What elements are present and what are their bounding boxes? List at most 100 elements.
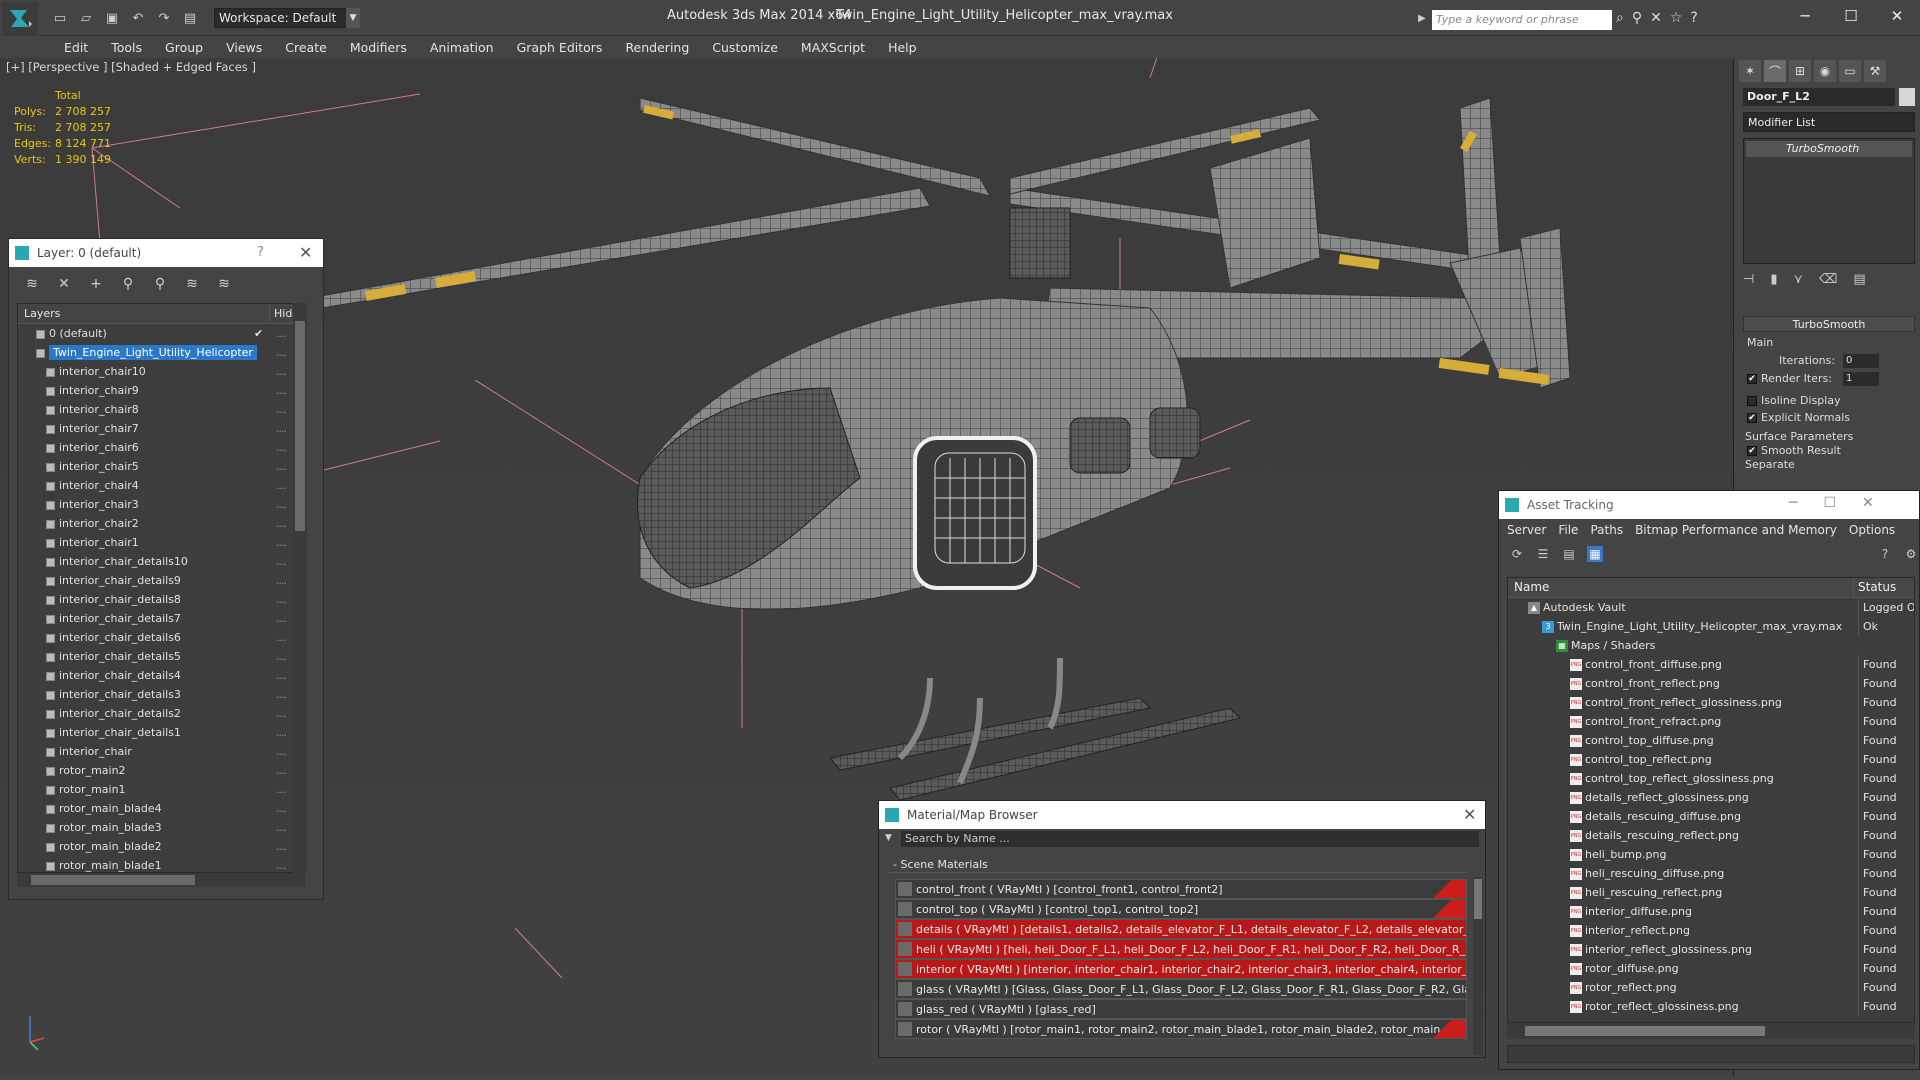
render-iters-checkbox[interactable]: ✔ — [1747, 374, 1757, 384]
material-row[interactable]: interior ( VRayMtl ) [interior, interior… — [895, 959, 1467, 979]
layer-object-row[interactable]: interior_chair_details7.... — [18, 609, 304, 628]
menu-file[interactable]: File — [1558, 523, 1578, 537]
material-search-input[interactable]: Search by Name ... — [901, 831, 1479, 847]
hide-toggle[interactable]: .... — [276, 438, 287, 457]
hide-toggle[interactable]: .... — [276, 704, 287, 723]
hide-toggle[interactable]: .... — [276, 514, 287, 533]
layer-object-row[interactable]: interior_chair_details1.... — [18, 723, 304, 742]
layer-object-row[interactable]: interior_chair_details5.... — [18, 647, 304, 666]
asset-row[interactable]: PNG control_front_reflect_glossiness.png F… — [1508, 693, 1914, 712]
turbosmooth-rollout-header[interactable]: TurboSmooth — [1743, 316, 1915, 332]
app-menu-button[interactable] — [2, 2, 38, 36]
isoline-checkbox[interactable] — [1747, 396, 1757, 406]
hide-toggle[interactable]: .... — [276, 723, 287, 742]
scroll-thumb[interactable] — [1474, 879, 1482, 919]
refresh-icon[interactable]: ⟳ — [1509, 546, 1525, 562]
asset-row[interactable]: PNG heli_rescuing_diffuse.png Found — [1508, 864, 1914, 883]
modify-tab-icon[interactable]: ⌒ — [1764, 60, 1786, 82]
new-file-icon[interactable]: ▭ — [50, 8, 70, 28]
object-name-field[interactable]: Door_F_L2 — [1743, 88, 1895, 106]
menu-create[interactable]: Create — [275, 36, 340, 58]
maximize-icon[interactable]: ☐ — [1828, 0, 1874, 32]
minimize-icon[interactable]: ─ — [1782, 0, 1828, 32]
scene-materials-group[interactable]: - Scene Materials — [887, 857, 1467, 873]
layer-object-row[interactable]: interior_chair2.... — [18, 514, 304, 533]
help-icon[interactable]: ? — [1877, 546, 1893, 562]
search-icon[interactable]: ⚲ — [1632, 10, 1642, 26]
asset-row[interactable]: PNG control_top_diffuse.png Found — [1508, 731, 1914, 750]
close-icon[interactable]: ✕ — [1463, 805, 1476, 824]
modifier-list-dropdown[interactable]: Modifier List — [1743, 112, 1915, 132]
asset-row[interactable]: PNG rotor_diffuse.png Found — [1508, 959, 1914, 978]
maximize-icon[interactable]: ☐ — [1823, 495, 1836, 511]
layer-object-row[interactable]: rotor_main2.... — [18, 761, 304, 780]
hide-toggle[interactable]: .... — [276, 476, 287, 495]
motion-tab-icon[interactable]: ◉ — [1814, 60, 1836, 82]
show-end-result-icon[interactable]: ▮ — [1770, 272, 1777, 287]
save-icon[interactable]: ▣ — [102, 8, 122, 28]
close-icon[interactable]: ✕ — [1862, 495, 1874, 511]
active-layer-check-icon[interactable]: ✔ — [254, 324, 263, 343]
layer-object-row[interactable]: interior_chair_details3.... — [18, 685, 304, 704]
layer-object-row[interactable]: interior_chair10.... — [18, 362, 304, 381]
close-icon[interactable]: ✕ — [1874, 0, 1920, 32]
hide-toggle[interactable]: .... — [276, 552, 287, 571]
layer-object-row[interactable]: rotor_main_blade1.... — [18, 856, 304, 872]
select-objects-icon[interactable]: ⚲ — [119, 275, 137, 293]
hide-toggle[interactable]: .... — [276, 343, 287, 362]
asset-row[interactable]: PNG details_reflect_glossiness.png Found — [1508, 788, 1914, 807]
expand-arrow-icon[interactable]: ▶ — [1418, 13, 1426, 24]
iterations-spinner[interactable]: 0 — [1843, 354, 1879, 368]
create-tab-icon[interactable]: ✶ — [1739, 60, 1761, 82]
minimize-icon[interactable]: ─ — [1789, 495, 1797, 511]
layer-object-row[interactable]: interior_chair9.... — [18, 381, 304, 400]
delete-layer-icon[interactable]: ✕ — [55, 275, 73, 293]
binoculars-icon[interactable]: ⌕ — [1616, 10, 1624, 26]
layer-object-row[interactable]: interior_chair6.... — [18, 438, 304, 457]
hide-toggle[interactable]: .... — [276, 761, 287, 780]
menu-rendering[interactable]: Rendering — [615, 36, 702, 58]
menu-options[interactable]: Options — [1849, 523, 1895, 537]
render-iters-spinner[interactable]: 1 — [1843, 372, 1879, 386]
hide-toggle[interactable]: .... — [276, 837, 287, 856]
freeze-all-icon[interactable]: ≋ — [215, 275, 233, 293]
material-row[interactable]: rotor ( VRayMtl ) [rotor_main1, rotor_ma… — [895, 1019, 1467, 1039]
asset-row[interactable]: PNG control_front_reflect.png Found — [1508, 674, 1914, 693]
asset-row[interactable]: PNG details_rescuing_reflect.png Found — [1508, 826, 1914, 845]
configure-sets-icon[interactable]: ▤ — [1853, 272, 1865, 287]
help-icon[interactable]: ? — [257, 245, 264, 260]
open-file-icon[interactable]: ▱ — [76, 8, 96, 28]
project-folder-icon[interactable]: ▤ — [180, 8, 200, 28]
new-layer-icon[interactable]: ≋ — [23, 275, 41, 293]
layer-object-row[interactable]: interior_chair_details6.... — [18, 628, 304, 647]
asset-row[interactable]: PNG heli_rescuing_reflect.png Found — [1508, 883, 1914, 902]
layer-object-row[interactable]: interior_chair7.... — [18, 419, 304, 438]
favorites-star-icon[interactable]: ☆ — [1670, 10, 1683, 26]
col-layers[interactable]: Layers — [18, 304, 270, 323]
layer-object-row[interactable]: interior_chair_details8.... — [18, 590, 304, 609]
add-selection-icon[interactable]: + — [87, 275, 105, 293]
settings-icon[interactable]: ⚙ — [1903, 546, 1919, 562]
menu-animation[interactable]: Animation — [420, 36, 507, 58]
hide-toggle[interactable]: .... — [276, 647, 287, 666]
material-row[interactable]: control_front ( VRayMtl ) [control_front… — [895, 879, 1467, 899]
display-tab-icon[interactable]: ▭ — [1839, 60, 1861, 82]
hide-toggle[interactable]: .... — [276, 324, 287, 343]
help-icon[interactable]: ? — [1690, 10, 1697, 26]
hide-toggle[interactable]: .... — [276, 666, 287, 685]
menu-modifiers[interactable]: Modifiers — [340, 36, 420, 58]
menu-bitmap-performance[interactable]: Bitmap Performance and Memory — [1635, 523, 1837, 537]
menu-group[interactable]: Group — [155, 36, 216, 58]
horizontal-scrollbar[interactable] — [17, 873, 305, 887]
asset-row[interactable]: PNG interior_diffuse.png Found — [1508, 902, 1914, 921]
layer-object-row[interactable]: interior_chair3.... — [18, 495, 304, 514]
hide-all-icon[interactable]: ≋ — [183, 275, 201, 293]
menu-maxscript[interactable]: MAXScript — [791, 36, 878, 58]
hide-toggle[interactable]: .... — [276, 419, 287, 438]
hide-toggle[interactable]: .... — [276, 571, 287, 590]
hide-toggle[interactable]: .... — [276, 457, 287, 476]
menu-server[interactable]: Server — [1507, 523, 1546, 537]
hide-toggle[interactable]: .... — [276, 533, 287, 552]
hide-toggle[interactable]: .... — [276, 362, 287, 381]
horizontal-scrollbar[interactable] — [1507, 1023, 1915, 1039]
